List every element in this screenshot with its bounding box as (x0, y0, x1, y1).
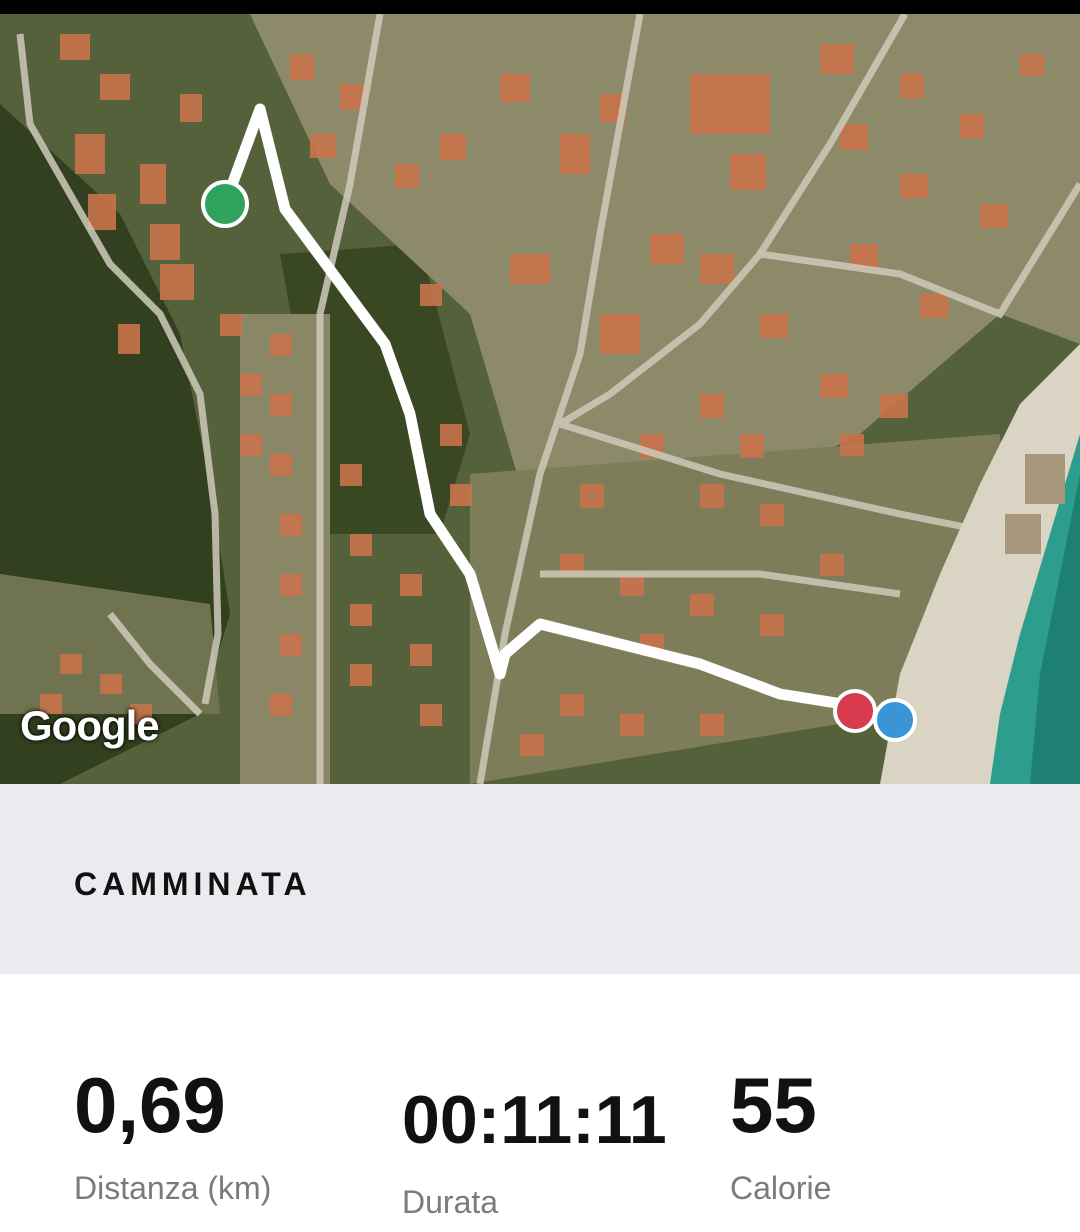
end-marker[interactable] (833, 689, 877, 733)
google-logo: Google (20, 702, 160, 749)
distance-value: 0,69 (74, 1061, 226, 1149)
distance-label: Distanza (km) (74, 1170, 272, 1206)
calories-stat: 55 Calorie (730, 1066, 831, 1207)
duration-stat: 00:11:11 Durata (402, 1066, 667, 1221)
duration-label: Durata (402, 1184, 499, 1220)
start-marker[interactable] (201, 180, 249, 228)
status-bar (0, 0, 1080, 14)
satellite-map (0, 14, 1080, 784)
duration-value: 00:11:11 (402, 1082, 667, 1158)
route-map[interactable]: Google (0, 14, 1080, 784)
current-location-marker[interactable] (873, 698, 917, 742)
distance-stat: 0,69 Distanza (km) (74, 1066, 271, 1207)
calories-value: 55 (730, 1061, 817, 1149)
calories-label: Calorie (730, 1170, 832, 1206)
activity-title: CAMMINATA (74, 866, 312, 902)
